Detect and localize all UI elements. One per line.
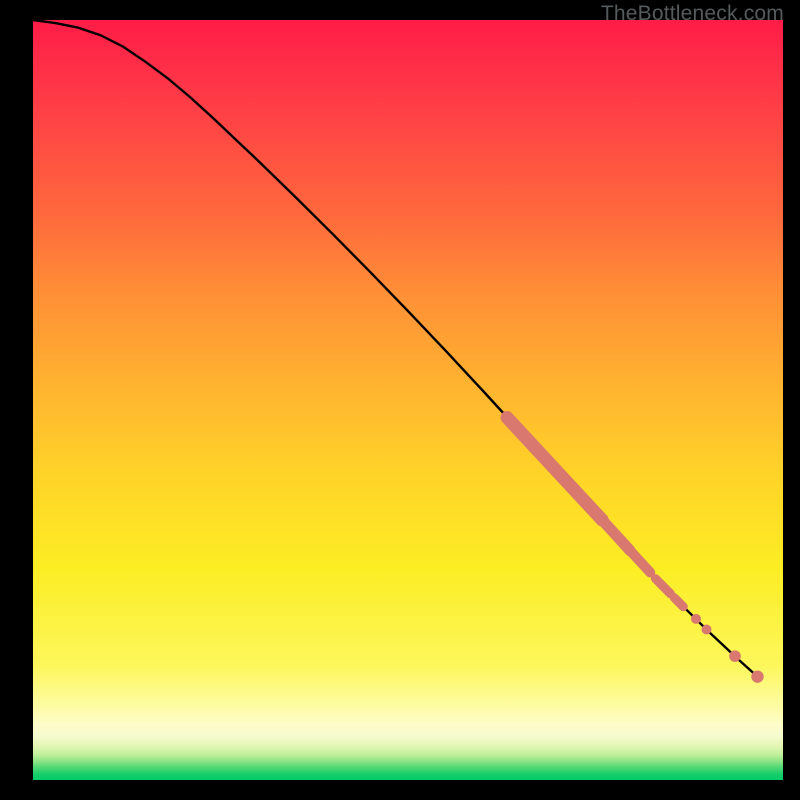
chart-svg-layer xyxy=(33,20,783,780)
watermark-label: TheBottleneck.com xyxy=(601,2,784,26)
chart-marker-segment xyxy=(674,598,683,607)
chart-marker-segment xyxy=(602,520,630,550)
chart-marker-segment xyxy=(507,417,602,520)
chart-curve xyxy=(33,20,758,677)
chart-plot-area xyxy=(33,20,783,780)
chart-marker-dot xyxy=(729,650,741,662)
chart-marker-segment xyxy=(630,550,650,572)
chart-marker-segment xyxy=(656,579,671,594)
chart-marker-dot xyxy=(751,670,763,682)
chart-marker-dot xyxy=(702,625,712,635)
chart-marker-segments xyxy=(507,417,683,606)
chart-stage: TheBottleneck.com xyxy=(0,0,800,800)
chart-marker-dot xyxy=(691,614,701,624)
